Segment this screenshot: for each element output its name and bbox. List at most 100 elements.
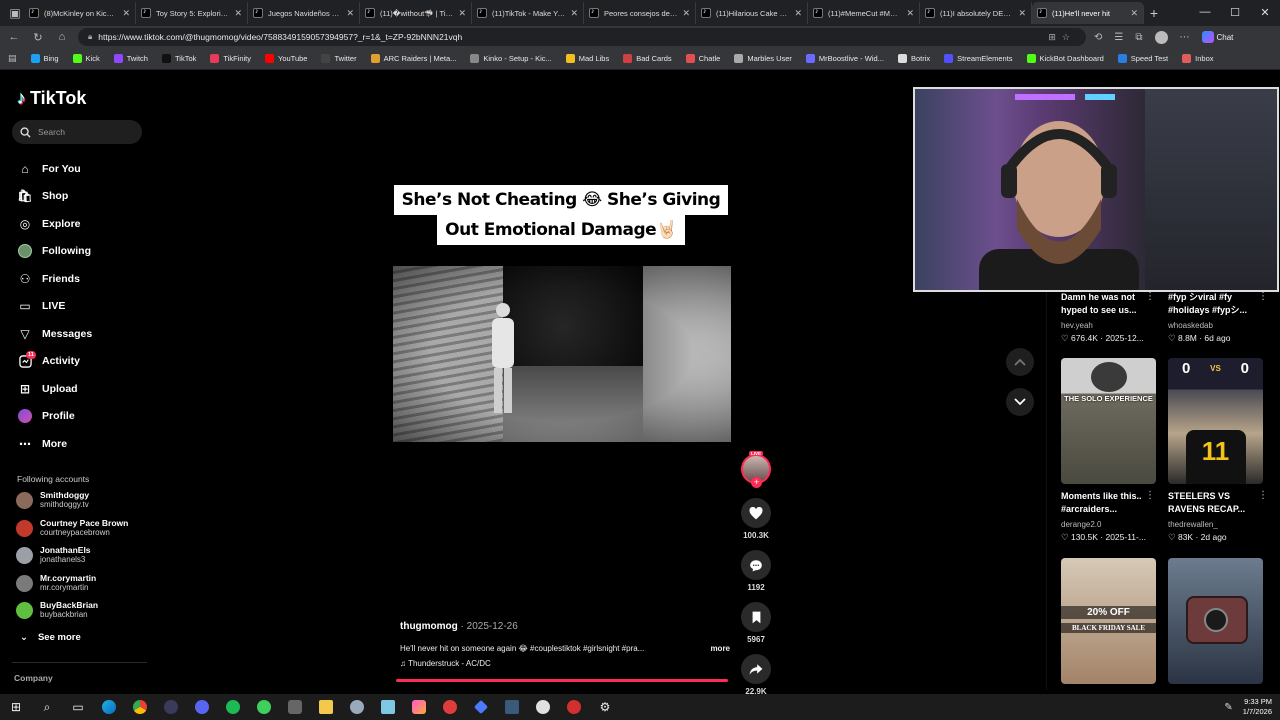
suggestion-menu-icon[interactable]: ⋮ — [1145, 291, 1155, 302]
bookmark-item[interactable]: StreamElements — [944, 54, 1013, 63]
app-x-icon[interactable] — [502, 697, 522, 717]
previous-video-button[interactable] — [1006, 348, 1034, 376]
home-icon[interactable]: ⌂ — [54, 31, 70, 43]
obs-icon[interactable] — [161, 697, 181, 717]
app-clock-icon[interactable] — [533, 697, 553, 717]
more-link[interactable]: more — [710, 644, 730, 653]
close-tab-icon[interactable]: ✕ — [682, 8, 690, 19]
bookmark-item[interactable]: KickBot Dashboard — [1026, 54, 1104, 63]
following-account[interactable]: JonathanEls jonathanels3 — [16, 545, 156, 565]
chrome-icon[interactable] — [130, 697, 150, 717]
share-button[interactable] — [741, 654, 771, 684]
back-icon[interactable]: ← — [6, 31, 22, 43]
app-diamond-icon[interactable] — [471, 697, 491, 717]
app-pen-icon[interactable] — [347, 697, 367, 717]
discord-icon[interactable] — [192, 697, 212, 717]
follow-plus-icon[interactable]: + — [751, 477, 762, 488]
following-account[interactable]: BuyBackBrian buybackbrian — [16, 600, 156, 620]
suggestion-user[interactable]: whoaskedab — [1168, 321, 1213, 330]
sidebar-item-friends[interactable]: ⚇ Friends — [18, 265, 148, 293]
suggestion-user[interactable]: derange2.0 — [1061, 520, 1101, 529]
bookmark-item[interactable]: Marbles User — [734, 54, 792, 63]
browser-tab[interactable]: Peores consejos de la ✕ — [584, 2, 696, 24]
close-tab-icon[interactable]: ✕ — [906, 8, 914, 19]
browser-tab[interactable]: (11)TikTok - Make Your ✕ — [472, 2, 584, 24]
app-red-icon[interactable] — [440, 697, 460, 717]
bookmark-item[interactable]: TikTok — [161, 54, 196, 63]
like-button[interactable] — [741, 498, 771, 528]
bookmark-item[interactable]: Mad Libs — [565, 54, 609, 63]
suggestion-caption[interactable]: STEELERS VS RAVENS RECAP... — [1168, 490, 1263, 516]
suggestion-thumbnail-steelers[interactable]: 0 VS 0 11 — [1168, 358, 1263, 484]
tiktok-logo[interactable]: ♪ TikTok — [17, 88, 86, 109]
bookmark-item[interactable]: YouTube — [265, 54, 307, 63]
browser-tab[interactable]: (11)�without🦈 | TikTok ✕ — [360, 2, 472, 24]
close-tab-icon[interactable]: ✕ — [1130, 8, 1138, 19]
app-notes-icon[interactable] — [378, 697, 398, 717]
pen-tray-icon[interactable]: ✎ — [1224, 702, 1232, 713]
sidebar-item-activity[interactable]: 11 Activity — [18, 348, 148, 376]
site-info-icon[interactable]: 🔒︎ — [88, 32, 92, 42]
suggestion-menu-icon[interactable]: ⋮ — [1258, 291, 1268, 302]
collections-icon[interactable]: ⧉ — [1135, 32, 1142, 43]
bookmark-item[interactable]: ARC Raiders | Meta... — [370, 54, 456, 63]
sidebar-item-for-you[interactable]: ⌂ For You — [18, 155, 148, 183]
close-tab-icon[interactable]: ✕ — [458, 8, 466, 19]
app-green-icon[interactable] — [254, 697, 274, 717]
bookmark-item[interactable]: Speed Test — [1117, 54, 1168, 63]
reload-icon[interactable]: ↻ — [30, 31, 46, 44]
close-tab-icon[interactable]: ✕ — [122, 8, 130, 19]
bookmark-item[interactable]: Botrix — [897, 54, 930, 63]
see-more-button[interactable]: ⌄ See more — [20, 632, 81, 643]
bookmark-item[interactable]: Bing — [30, 54, 59, 63]
creator-avatar[interactable]: LIVE + — [741, 451, 771, 488]
browser-tab[interactable]: (11)He'll never hit ✕ — [1032, 2, 1144, 24]
search-input[interactable]: Search — [12, 120, 142, 144]
spotify-icon[interactable] — [223, 697, 243, 717]
browser-tab[interactable]: (11)#MemeCut #Meme ✕ — [808, 2, 920, 24]
close-tab-icon[interactable]: ✕ — [1018, 8, 1026, 19]
app-gradient-icon[interactable] — [409, 697, 429, 717]
bookmark-item[interactable]: Twitter — [321, 54, 357, 63]
settings-menu-icon[interactable]: ⋯ — [1180, 32, 1190, 43]
close-tab-icon[interactable]: ✕ — [234, 8, 242, 19]
maximize-button[interactable]: ☐ — [1220, 0, 1250, 24]
url-field[interactable]: 🔒︎ https://www.tiktok.com/@thugmomog/vid… — [78, 28, 1086, 46]
chat-button[interactable]: Chat — [1201, 31, 1233, 43]
bookmark-item[interactable]: Chatle — [685, 54, 720, 63]
sidebar-item-live[interactable]: ▭ LIVE — [18, 293, 148, 321]
comment-button[interactable] — [741, 550, 771, 580]
bookmarks-grid-icon[interactable]: ▤ — [8, 53, 17, 64]
suggestion-thumbnail-solo[interactable]: THE SOLO EXPERIENCE — [1061, 358, 1156, 484]
company-link[interactable]: Company — [14, 673, 53, 683]
sidebar-item-upload[interactable]: ⊞ Upload — [18, 375, 148, 403]
file-explorer-icon[interactable] — [316, 697, 336, 717]
following-account[interactable]: Courtney Pace Brown courtneypacebrown — [16, 518, 156, 538]
following-account[interactable]: Mr.corymartin mr.corymartin — [16, 573, 156, 593]
sidebar-item-messages[interactable]: ▽ Messages — [18, 320, 148, 348]
music-row[interactable]: ♫ Thunderstruck - AC/DC — [400, 659, 730, 668]
new-tab-button[interactable]: + — [1144, 5, 1164, 21]
suggestion-user[interactable]: hev.yeah — [1061, 321, 1093, 330]
task-view-icon[interactable]: ▭ — [68, 697, 88, 717]
bookmark-item[interactable]: Kick — [72, 54, 100, 63]
suggestion-caption[interactable]: #fyp シviral #fy #holidays #fypシ... — [1168, 291, 1263, 317]
browser-tab[interactable]: (11)I absolutely DESPIS ✕ — [920, 2, 1032, 24]
suggestion-menu-icon[interactable]: ⋮ — [1258, 490, 1268, 501]
suggestion-thumbnail-camera[interactable] — [1168, 558, 1263, 684]
browser-tab[interactable]: Toy Story 5: Exploring t ✕ — [136, 2, 248, 24]
suggestion-user[interactable]: thedrewallen_ — [1168, 520, 1218, 529]
suggestion-thumbnail-sale[interactable]: 20% OFF BLACK FRIDAY SALE — [1061, 558, 1156, 684]
video-player[interactable] — [393, 266, 731, 442]
video-progress-bar[interactable] — [396, 679, 728, 682]
close-tab-icon[interactable]: ✕ — [570, 8, 578, 19]
bookmark-item[interactable]: Bad Cards — [623, 54, 672, 63]
sidebar-item-profile[interactable]: Profile — [18, 403, 148, 431]
save-button[interactable] — [741, 602, 771, 632]
close-window-button[interactable]: ✕ — [1250, 0, 1280, 24]
suggestion-caption[interactable]: Moments like this.. #arcraiders... — [1061, 490, 1156, 516]
suggestion-caption[interactable]: Damn he was not hyped to see us... — [1061, 291, 1156, 317]
app-cube-icon[interactable] — [285, 697, 305, 717]
minimize-button[interactable]: — — [1190, 0, 1220, 24]
edge-browser-icon[interactable] — [99, 697, 119, 717]
